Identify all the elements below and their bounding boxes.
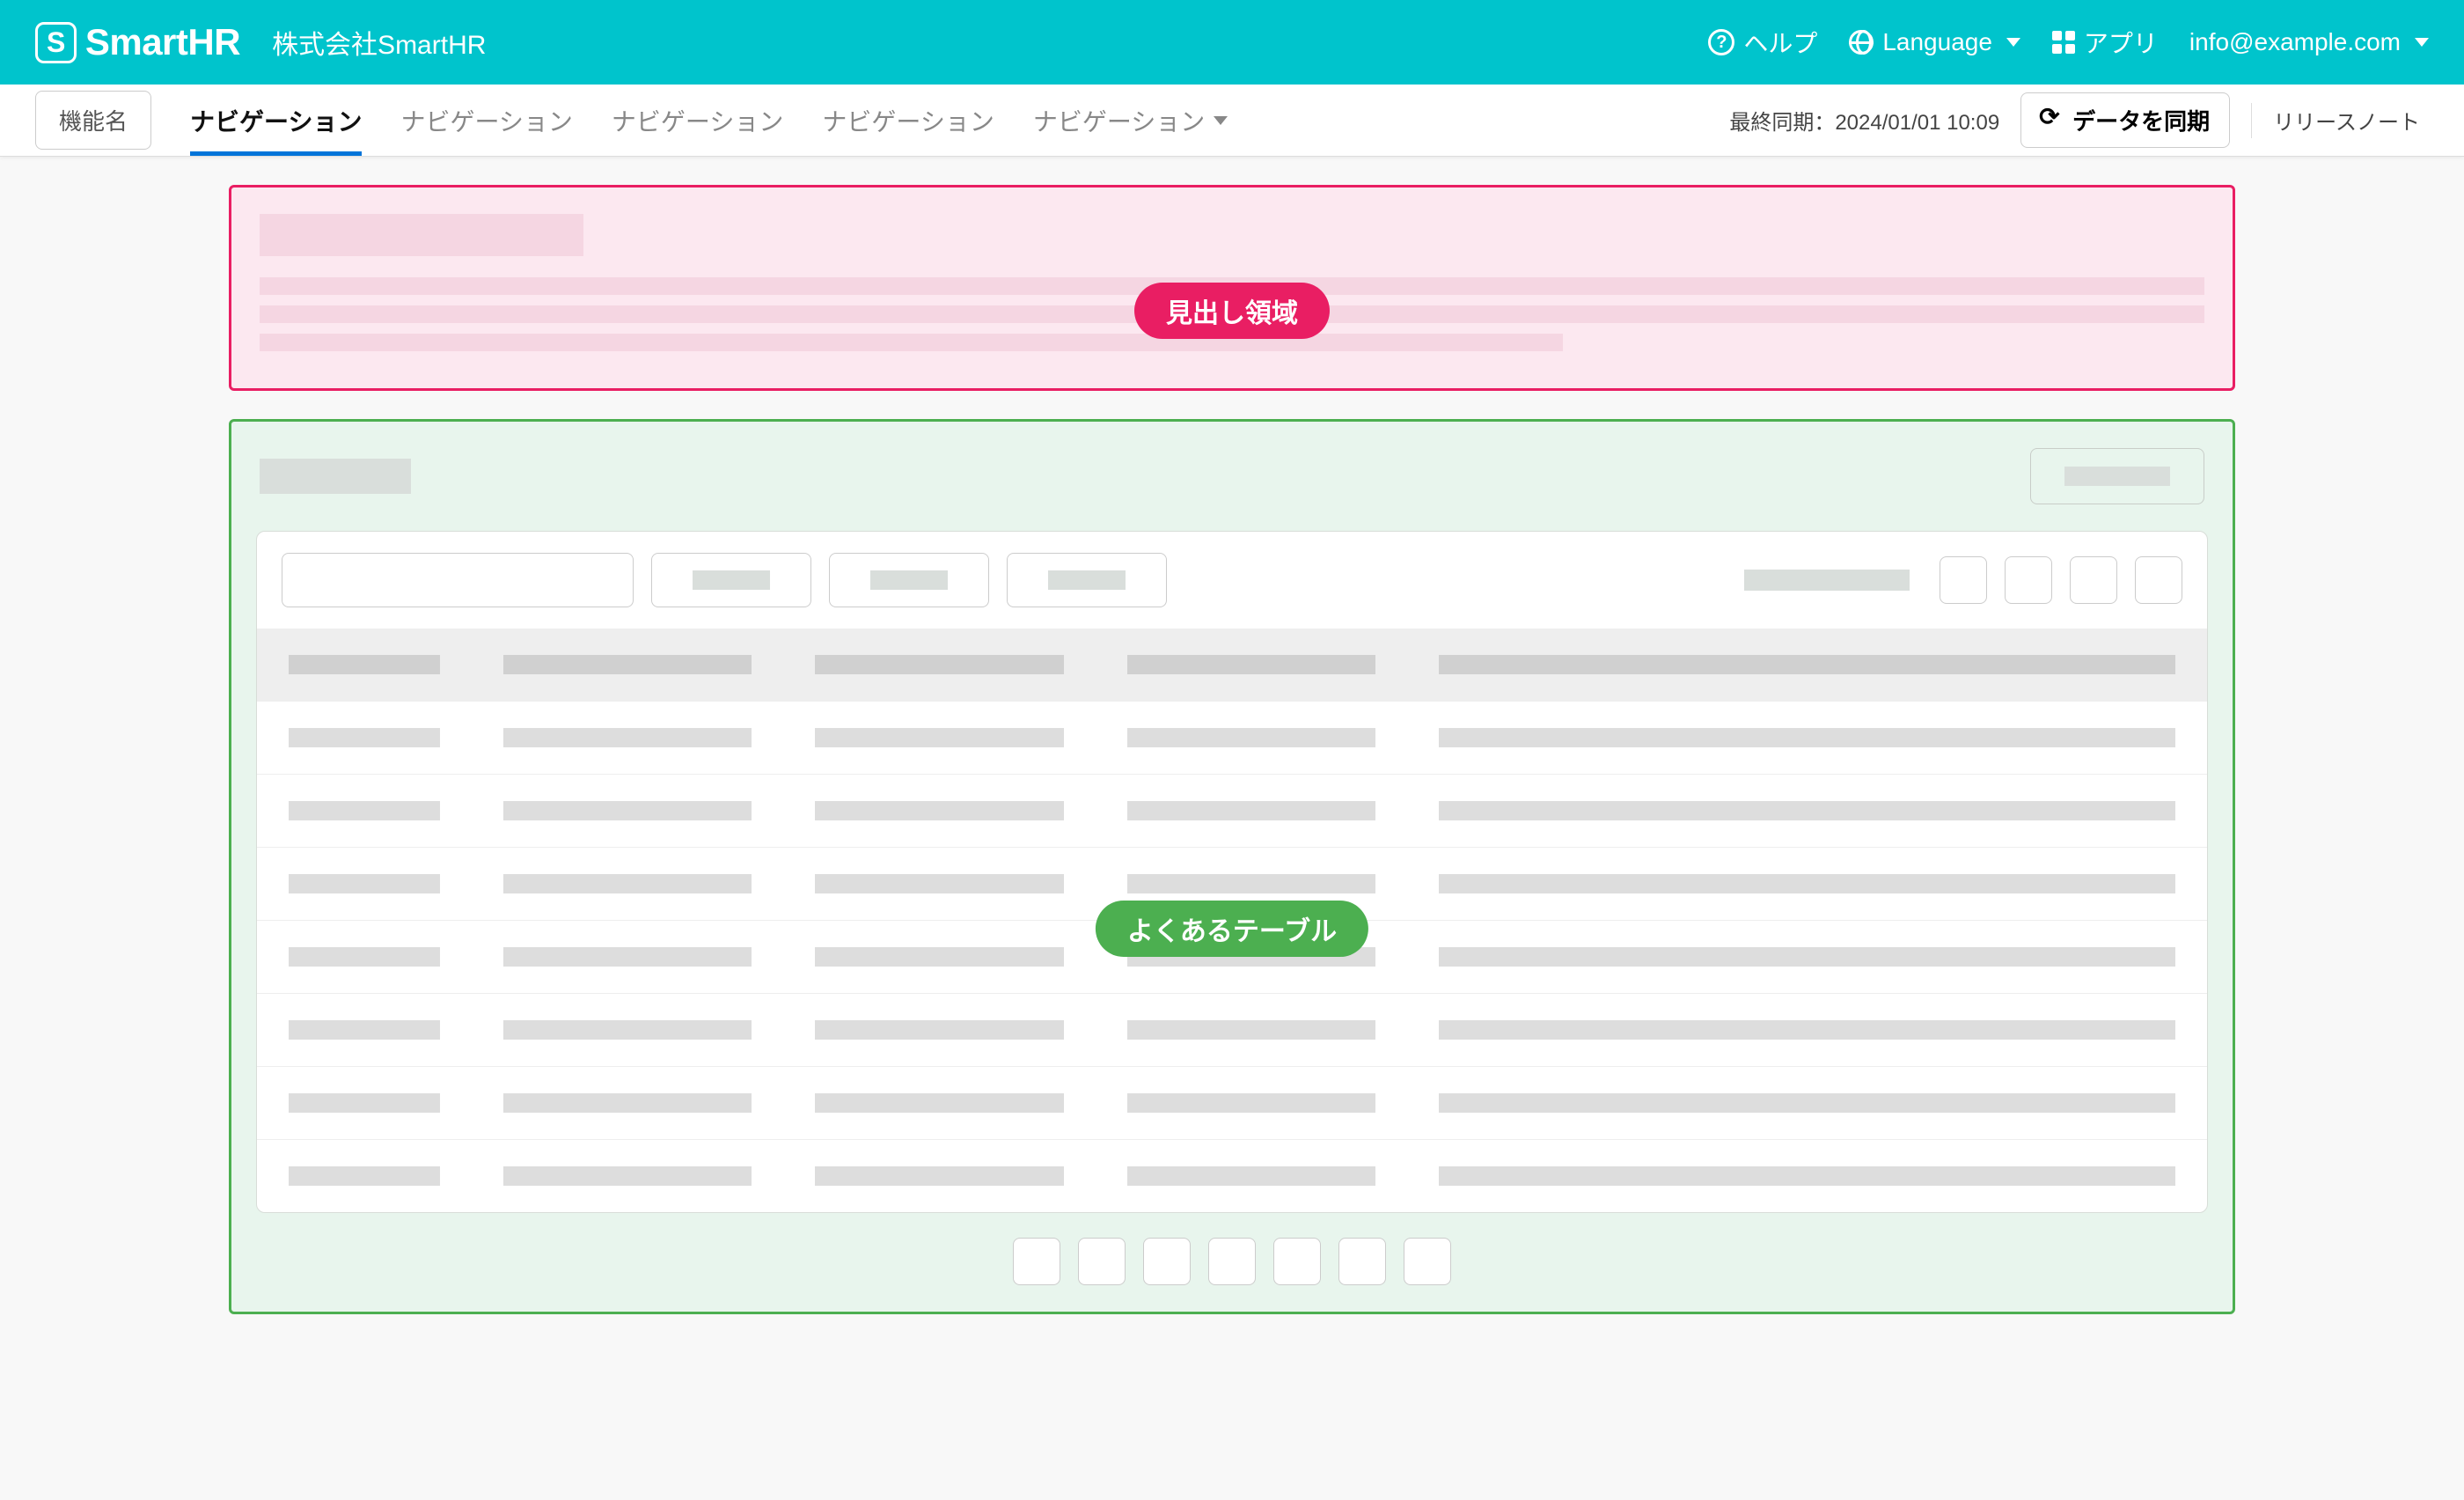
filter-button-1[interactable]: [651, 553, 811, 607]
page-button[interactable]: [1013, 1238, 1060, 1285]
page-button[interactable]: [1143, 1238, 1191, 1285]
heading-region: 見出し領域: [229, 185, 2235, 391]
nav-item-5[interactable]: ナビゲーション: [1033, 85, 1228, 156]
sync-button[interactable]: データを同期: [2020, 92, 2230, 148]
column-header[interactable]: [1096, 629, 1408, 702]
column-header[interactable]: [472, 629, 784, 702]
filter-button-2[interactable]: [829, 553, 989, 607]
column-header[interactable]: [1407, 629, 2207, 702]
language-dropdown[interactable]: Language: [1849, 28, 2020, 56]
search-input[interactable]: [282, 553, 634, 607]
sync-icon: [2041, 110, 2062, 131]
nav-left: 機能名 ナビゲーション ナビゲーション ナビゲーション ナビゲーション ナビゲー…: [35, 85, 1228, 156]
release-notes-label: リリースノート: [2273, 105, 2420, 136]
help-icon: ?: [1708, 29, 1734, 55]
page-next-button[interactable]: [2070, 556, 2117, 604]
table-row[interactable]: [257, 1140, 2207, 1213]
section-title-placeholder: [260, 459, 411, 494]
sync-status: 最終同期：2024/01/01 10:09: [1729, 105, 1999, 136]
table-row[interactable]: [257, 702, 2207, 775]
heading-title-placeholder: [260, 214, 583, 256]
sync-button-label: データを同期: [2072, 104, 2210, 136]
header-right: ? ヘルプ Language アプリ info@example.com: [1708, 25, 2429, 60]
navbar: 機能名 ナビゲーション ナビゲーション ナビゲーション ナビゲーション ナビゲー…: [0, 85, 2464, 157]
company-name: 株式会社SmartHR: [272, 23, 486, 62]
table-wrapper: [256, 531, 2208, 1213]
table-row[interactable]: [257, 775, 2207, 848]
logo-badge-icon: S: [35, 22, 77, 63]
nav-item-4[interactable]: ナビゲーション: [822, 85, 994, 156]
nav-right: 最終同期：2024/01/01 10:09 データを同期 リリースノート: [1729, 92, 2429, 148]
table-row[interactable]: [257, 1067, 2207, 1140]
logo[interactable]: S SmartHR: [35, 21, 240, 63]
table-controls: [257, 532, 2207, 629]
help-link[interactable]: ? ヘルプ: [1708, 25, 1817, 60]
chevron-down-icon: [2415, 38, 2429, 47]
placeholder: [2064, 467, 2170, 486]
grid-icon: [2052, 31, 2075, 54]
page-first-button[interactable]: [1940, 556, 1987, 604]
filter-button-3[interactable]: [1007, 553, 1167, 607]
help-label: ヘルプ: [1743, 25, 1817, 60]
globe-icon: [1849, 30, 1874, 55]
chevron-down-icon: [1214, 116, 1228, 125]
account-email: info@example.com: [2189, 28, 2401, 56]
page-button[interactable]: [1208, 1238, 1256, 1285]
column-header[interactable]: [783, 629, 1096, 702]
heading-region-label: 見出し領域: [1134, 283, 1330, 339]
section-action-button[interactable]: [2030, 448, 2204, 504]
page-prev-button[interactable]: [2005, 556, 2052, 604]
account-dropdown[interactable]: info@example.com: [2189, 28, 2429, 56]
release-notes-dropdown[interactable]: リリースノート: [2273, 105, 2429, 136]
header-left: S SmartHR 株式会社SmartHR: [35, 21, 486, 63]
language-label: Language: [1882, 28, 1992, 56]
table-region-label: よくあるテーブル: [1096, 901, 1368, 957]
heading-line-placeholder: [260, 334, 1563, 351]
page-button[interactable]: [1273, 1238, 1321, 1285]
app-header: S SmartHR 株式会社SmartHR ? ヘルプ Language アプリ…: [0, 0, 2464, 85]
nav-item-1[interactable]: ナビゲーション: [190, 85, 362, 156]
page-last-button[interactable]: [2135, 556, 2182, 604]
main-content: 見出し領域 よくあるテーブル: [229, 157, 2235, 1367]
feature-name-button[interactable]: 機能名: [35, 91, 151, 150]
logo-text: SmartHR: [85, 21, 240, 63]
nav-item-2[interactable]: ナビゲーション: [400, 85, 572, 156]
nav-item-3[interactable]: ナビゲーション: [612, 85, 783, 156]
page-button[interactable]: [1404, 1238, 1451, 1285]
table-header-row: [256, 443, 2208, 510]
pagination-info-placeholder: [1744, 570, 1910, 591]
chevron-down-icon: [2006, 38, 2020, 47]
page-button[interactable]: [1078, 1238, 1126, 1285]
apps-link[interactable]: アプリ: [2052, 25, 2158, 60]
page-button[interactable]: [1338, 1238, 1386, 1285]
table-head: [257, 629, 2207, 702]
controls-right: [1744, 556, 2182, 604]
table-row[interactable]: [257, 994, 2207, 1067]
table-region: よくあるテーブル: [229, 419, 2235, 1314]
apps-label: アプリ: [2084, 25, 2158, 60]
controls-left: [282, 553, 1167, 607]
pagination-bottom: [256, 1238, 2208, 1285]
divider: [2251, 103, 2252, 138]
column-header[interactable]: [257, 629, 472, 702]
table-header-row: [257, 629, 2207, 702]
